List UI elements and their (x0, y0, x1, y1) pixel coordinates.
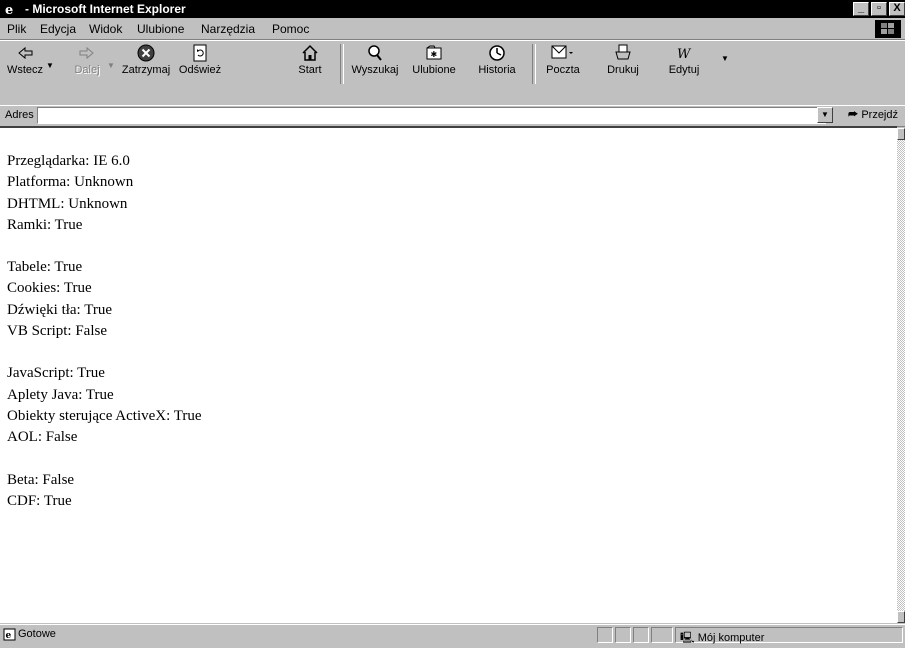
home-button[interactable]: Start (294, 43, 326, 81)
status-panel (615, 627, 631, 643)
favorites-label: Ulubione (412, 64, 456, 76)
info-line: Obiekty sterujące ActiveX: True (7, 407, 202, 424)
status-panel (597, 627, 613, 643)
menu-bar: Plik Edycja Widok Ulubione Narzędzia Pom… (0, 19, 905, 40)
menu-edit[interactable]: Edycja (40, 22, 76, 36)
stop-label: Zatrzymaj (121, 64, 171, 76)
browser-window: e - Microsoft Internet Explorer _ ▫ X Pl… (0, 0, 905, 644)
zone-panel: 🖳 Mój komputer (675, 627, 903, 644)
print-label: Drukuj (607, 64, 639, 76)
computer-icon: 🖳 (680, 632, 695, 644)
go-button[interactable]: ⮫ Przejdź (848, 109, 898, 122)
refresh-icon (193, 44, 207, 62)
menu-tools[interactable]: Narzędzia (201, 22, 255, 36)
windows-logo-icon (875, 20, 901, 38)
toolbar-separator (340, 44, 344, 84)
info-line: JavaScript: True (7, 365, 105, 382)
info-line: Platforma: Unknown (7, 174, 134, 191)
history-icon (489, 45, 505, 61)
info-line: DHTML: Unknown (7, 195, 128, 212)
svg-text:e: e (5, 3, 13, 16)
address-dropdown-button[interactable]: ▼ (817, 107, 833, 123)
scroll-down-button[interactable] (897, 611, 905, 623)
info-line: Przeglądarka: IE 6.0 (7, 153, 130, 169)
status-panel (633, 627, 649, 643)
favorites-button[interactable]: ✱ Ulubione (408, 43, 460, 81)
info-line: Beta: False (7, 471, 75, 488)
info-group: JavaScript: True Aplety Java: True Obiekty… (7, 363, 202, 448)
zone-label: Mój komputer (697, 632, 765, 644)
standard-toolbar: Wstecz ▼ Dalej ▼ Zatrzymaj Odśwież Start… (0, 40, 905, 106)
info-group: Tabele: True Cookies: True Dźwięki tła: Tr… (7, 257, 202, 342)
close-button[interactable]: X (889, 2, 905, 16)
back-dropdown-icon[interactable]: ▼ (46, 61, 54, 70)
info-line: AOL: False (7, 429, 78, 446)
mail-button[interactable]: Poczta (543, 43, 583, 81)
stop-button[interactable]: Zatrzymaj (117, 43, 175, 81)
go-arrow-icon: ⮫ (848, 109, 859, 121)
info-line: VB Script: False (7, 323, 107, 340)
home-label: Start (298, 64, 322, 76)
edit-button[interactable]: W Edytuj (664, 43, 704, 81)
edit-icon: W (677, 47, 692, 62)
maximize-button[interactable]: ▫ (871, 2, 887, 16)
mail-label: Poczta (546, 64, 580, 76)
stop-icon (137, 44, 155, 62)
page-viewport: Przeglądarka: IE 6.0 Platforma: Unknown DH… (0, 126, 897, 623)
browser-capabilities-text: Przeglądarka: IE 6.0 Platforma: Unknown DH… (7, 151, 202, 533)
vertical-scrollbar[interactable] (897, 128, 905, 623)
info-line: Ramki: True (7, 216, 83, 233)
forward-label: Dalej (74, 64, 100, 76)
search-icon (368, 45, 382, 61)
address-input[interactable] (37, 107, 826, 124)
status-text: Gotowe (18, 628, 56, 640)
refresh-button[interactable]: Odśwież (176, 43, 224, 81)
forward-arrow-icon (79, 46, 94, 60)
minimize-button[interactable]: _ (853, 2, 869, 16)
history-label: Historia (478, 64, 516, 76)
ie-logo-icon: e (3, 2, 17, 16)
info-line: Tabele: True (7, 259, 83, 276)
edit-label: Edytuj (668, 64, 700, 76)
menu-file[interactable]: Plik (7, 22, 26, 36)
back-label: Wstecz (6, 64, 44, 76)
status-panel (651, 627, 673, 643)
info-group: Przeglądarka: IE 6.0 Platforma: Unknown DH… (7, 151, 202, 236)
search-button[interactable]: Wyszukaj (345, 43, 405, 81)
menu-favorites[interactable]: Ulubione (137, 22, 184, 36)
info-line: Dźwięki tła: True (7, 301, 112, 318)
back-button[interactable]: Wstecz (5, 43, 45, 81)
menu-help[interactable]: Pomoc (272, 22, 309, 36)
toolbar-separator (532, 44, 536, 84)
home-icon (302, 44, 318, 61)
menu-view[interactable]: Widok (89, 22, 122, 36)
status-bar: e Gotowe 🖳 Mój komputer (0, 624, 905, 644)
svg-text:W: W (677, 47, 692, 62)
scroll-up-button[interactable] (897, 128, 905, 140)
forward-dropdown-icon[interactable]: ▼ (107, 61, 115, 70)
title-bar: e - Microsoft Internet Explorer _ ▫ X (0, 0, 905, 18)
info-line: Aplety Java: True (7, 386, 114, 403)
info-group: Beta: False CDF: True (7, 470, 202, 513)
svg-text:e: e (6, 631, 12, 641)
window-controls: _ ▫ X (853, 2, 905, 16)
edit-dropdown-icon[interactable]: ▼ (721, 54, 729, 63)
svg-text:✱: ✱ (431, 50, 438, 59)
favorites-icon: ✱ (426, 45, 442, 60)
info-line: Cookies: True (7, 280, 92, 297)
print-icon (615, 44, 631, 60)
go-label: Przejdź (861, 109, 898, 121)
address-label: Adres (5, 109, 34, 121)
address-bar: Adres ▼ ⮫ Przejdź (0, 105, 905, 127)
forward-button[interactable]: Dalej (68, 43, 106, 81)
page-icon: e (3, 628, 16, 641)
back-arrow-icon (18, 46, 33, 60)
window-title: - Microsoft Internet Explorer (25, 2, 186, 16)
search-label: Wyszukaj (351, 64, 399, 76)
info-line: CDF: True (7, 492, 72, 509)
print-button[interactable]: Drukuj (604, 43, 642, 81)
history-button[interactable]: Historia (474, 43, 520, 81)
mail-icon (551, 45, 573, 59)
refresh-label: Odśwież (178, 64, 222, 76)
